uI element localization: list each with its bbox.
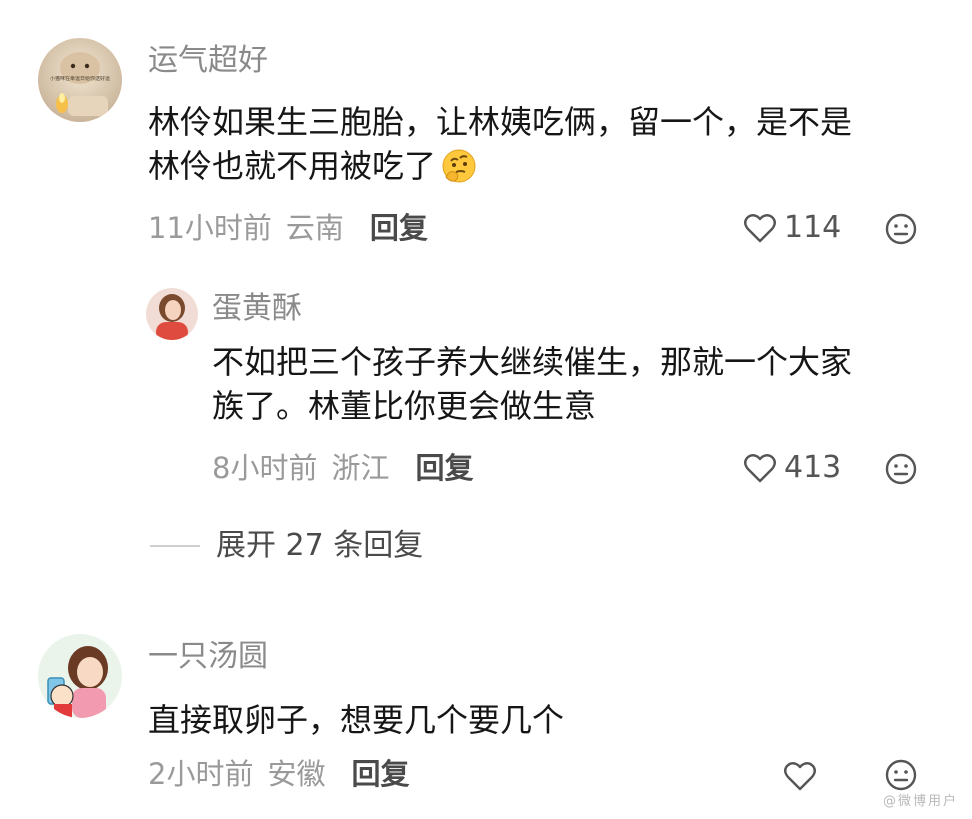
avatar-image [146,288,198,340]
thinking-face-icon [440,147,478,185]
comment-text-line-wrap: 林伶也就不用被吃了 [148,144,948,188]
dislike-button[interactable] [882,210,920,248]
avatar-caption: 小猫咪在幸运日给你送好运 [49,76,110,82]
username[interactable]: 一只汤圆 [148,638,268,676]
like-button[interactable]: 413 [742,450,841,486]
avatar[interactable]: 小猫咪在幸运日给你送好运 [38,38,122,122]
reply-text: 不如把三个孩子养大继续催生，那就一个大家 族了。林董比你更会做生意 [212,340,952,428]
neutral-face-icon [885,213,917,245]
avatar[interactable] [146,288,198,340]
comment-meta: 11小时前 云南 回复 [148,210,428,246]
heart-icon [784,762,816,791]
comment-text-line: 林伶也就不用被吃了 [148,147,437,185]
comment-text-line: 直接取卵子，想要几个要几个 [148,701,565,739]
avatar-image [38,634,122,718]
reply-button[interactable]: 回复 [351,757,409,791]
username[interactable]: 运气超好 [148,42,268,80]
dislike-button[interactable] [882,450,920,488]
comment-text: 林伶如果生三胞胎，让林姨吃俩，留一个，是不是 林伶也就不用被吃了 [148,100,948,188]
watermark: @微博用户 [882,794,958,809]
reply-text-line: 不如把三个孩子养大继续催生，那就一个大家 [212,343,853,381]
comment-text-line: 林伶如果生三胞胎，让林姨吃俩，留一个，是不是 [148,103,853,141]
reply-button[interactable]: 回复 [370,211,428,245]
neutral-face-icon [885,759,917,791]
expand-replies-label: 展开 27 条回复 [216,528,424,563]
heart-icon [742,210,778,246]
like-count: 114 [784,210,842,245]
like-button[interactable] [780,756,820,796]
comment-text: 直接取卵子，想要几个要几个 [148,698,948,742]
reply-text-line: 族了。林董比你更会做生意 [212,387,597,425]
like-button[interactable]: 114 [742,210,841,246]
reply-item: 蛋黄酥 不如把三个孩子养大继续催生，那就一个大家 族了。林董比你更会做生意 8小… [0,270,972,510]
expand-replies-button[interactable]: 展开 27 条回复 [150,527,423,565]
comment-time: 11小时前 [148,211,272,245]
reply-time: 8小时前 [212,451,318,485]
neutral-face-icon [885,453,917,485]
reply-meta: 8小时前 浙江 回复 [212,450,473,486]
heart-icon [742,450,778,486]
reply-location: 浙江 [331,451,390,485]
dislike-button[interactable] [882,756,920,794]
reply-button[interactable]: 回复 [415,451,473,485]
comment-item: 一只汤圆 直接取卵子，想要几个要几个 2小时前 安徽 回复 [0,620,972,819]
avatar[interactable] [38,634,122,718]
comment-location: 云南 [285,211,344,245]
comment-item: 小猫咪在幸运日给你送好运 运气超好 林伶如果生三胞胎，让林姨吃俩，留一个，是不是… [0,0,972,270]
comment-meta: 2小时前 安徽 回复 [148,756,409,792]
like-count: 413 [784,450,842,485]
comment-time: 2小时前 [148,757,254,791]
expand-divider [150,545,200,547]
username[interactable]: 蛋黄酥 [212,290,302,328]
comment-location: 安徽 [267,757,326,791]
